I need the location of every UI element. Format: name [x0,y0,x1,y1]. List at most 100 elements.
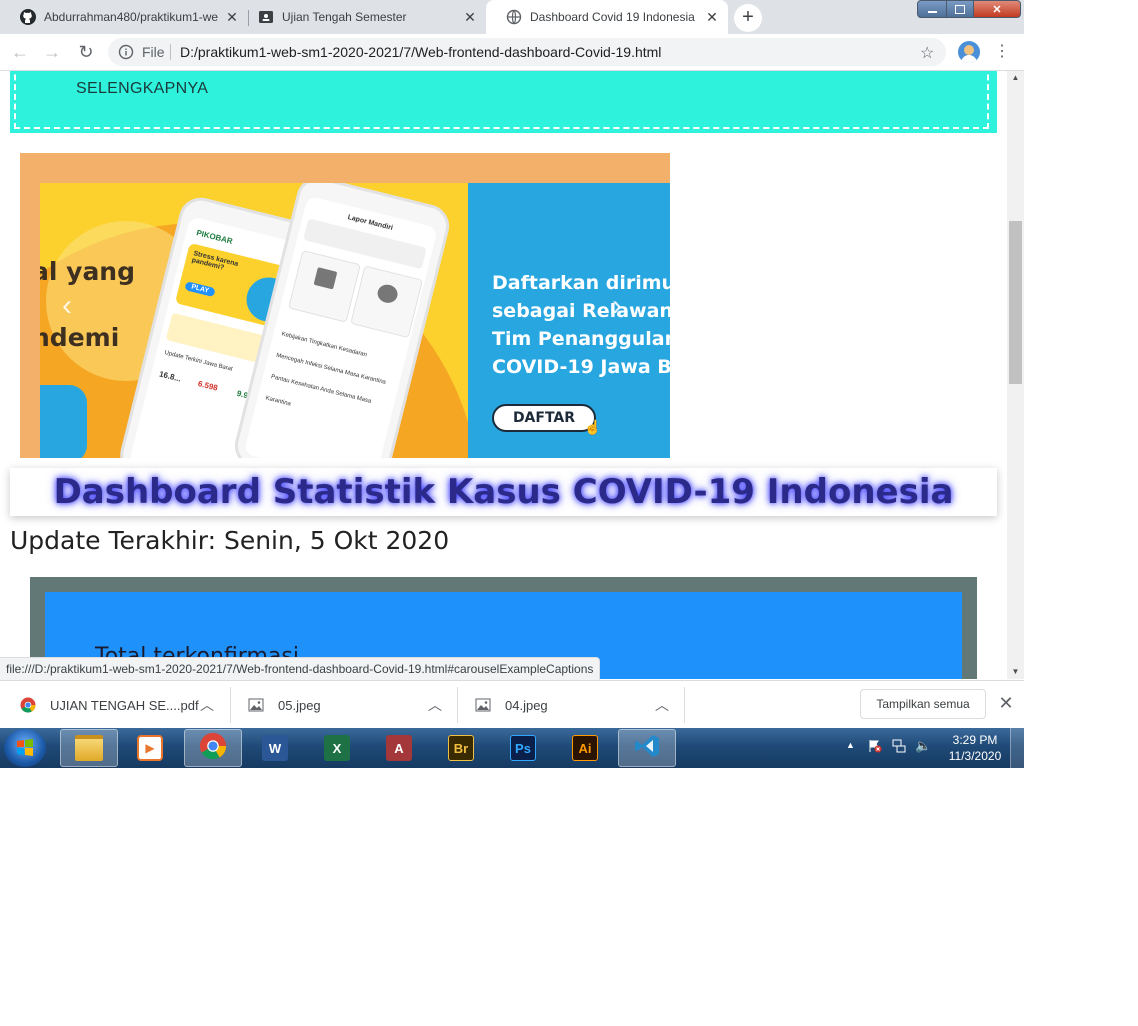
download-filename: 04.jpeg [505,697,548,713]
media-player-icon: ▶ [137,735,163,761]
tab-title: Ujian Tengah Semester [282,10,407,24]
illustrator-icon: Ai [572,735,598,761]
download-item[interactable]: 04.jpeg ︿ [475,681,671,729]
daftar-button: DAFTAR [492,404,596,432]
stat-value: 16.8... [158,369,183,384]
windows-taskbar: ▶ W X A Br Ps Ai ▲ 🔈 3:29 PM 11/3/2020 [0,728,1025,768]
folder-icon [75,735,103,761]
taskbar-word[interactable]: W [246,729,304,767]
new-tab-button[interactable]: + [734,4,762,32]
excel-icon: X [324,735,350,761]
scheme-label: File [142,44,165,60]
close-window-button[interactable]: ✕ [973,0,1021,18]
caption-line: Tim Penanggulan [492,328,670,350]
minimize-button[interactable] [917,0,947,18]
scroll-thumb[interactable] [1009,221,1022,384]
close-icon: ✕ [992,3,1002,16]
carousel-prev-icon[interactable]: ‹ [62,291,72,321]
close-shelf-icon[interactable]: ✕ [996,693,1016,714]
tab-strip: Abdurrahman480/praktikum1-we ✕ Ujian Ten… [0,0,1024,34]
tray-expand-icon[interactable]: ▲ [846,740,855,750]
close-tab-icon[interactable]: ✕ [704,9,720,25]
start-button[interactable] [4,729,46,767]
bridge-icon: Br [448,735,474,761]
taskbar-chrome[interactable] [184,729,242,767]
tab-dashboard[interactable]: Dashboard Covid 19 Indonesia ✕ [486,0,728,34]
volume-icon[interactable]: 🔈 [915,738,931,754]
photoshop-icon: Ps [510,735,536,761]
reload-button[interactable]: ↻ [74,40,98,64]
access-icon: A [386,735,412,761]
jumbotron: SELENGKAPNYA [10,71,997,133]
cursor-hand-icon: ☝ [584,419,602,435]
url-text[interactable]: D:/praktikum1-web-sm1-2020-2021/7/Web-fr… [180,44,661,60]
blue-shape [40,385,87,458]
slide-left-caption: al yang ndemi [40,239,135,371]
taskbar-clock[interactable]: 3:29 PM 11/3/2020 [940,732,1010,764]
last-update-text: Update Terakhir: Senin, 5 Okt 2020 [10,526,450,555]
contact-icon [375,282,400,305]
profile-avatar[interactable] [958,41,980,63]
volunteer-panel: Daftarkan dirimu sebagai Relawan Tim Pen… [468,183,670,458]
taskbar-illustrator[interactable]: Ai [556,729,614,767]
arrow-right-icon: → [43,42,61,62]
taskbar-bridge[interactable]: Br [432,729,490,767]
download-shelf: UJIAN TENGAH SE....pdf ︿ 05.jpeg ︿ 04.jp… [0,680,1024,729]
globe-icon [506,9,522,25]
arrow-left-icon: ← [11,42,29,62]
clock-date: 11/3/2020 [948,749,1002,763]
app-tag: PIKOBAR [195,228,234,246]
taskbar-photoshop[interactable]: Ps [494,729,552,767]
reload-icon: ↻ [78,42,94,62]
taskbar-excel[interactable]: X [308,729,366,767]
image-file-icon [475,697,491,713]
download-item[interactable]: 05.jpeg ︿ [248,681,444,729]
taskbar-vscode[interactable] [618,729,676,767]
tab-ujian[interactable]: Ujian Tengah Semester ✕ [238,0,486,34]
action-center-flag-icon[interactable] [868,739,882,753]
vscode-icon [633,732,661,765]
restore-button[interactable] [946,0,974,18]
caption-line: Daftarkan dirimu [492,272,670,294]
volunteer-caption: Daftarkan dirimu sebagai Relawan Tim Pen… [492,269,670,381]
github-icon [20,9,36,25]
chevron-up-icon[interactable]: ︿ [200,695,214,715]
word-icon: W [262,735,288,761]
menu-kebab-icon[interactable]: ⋮ [992,42,1012,62]
tab-title: Dashboard Covid 19 Indonesia [530,10,695,24]
image-file-icon [248,697,264,713]
caption-line: COVID-19 Jawa B [492,356,670,378]
caption-line: al yang [40,257,136,286]
address-separator [170,44,171,60]
browser-toolbar: ← → ↻ File D:/praktikum1-web-sm1-2020-20… [0,34,1024,71]
taskbar-access[interactable]: A [370,729,428,767]
stat-value: 6.598 [197,379,219,393]
info-icon[interactable] [118,44,134,65]
page-viewport: SELENGKAPNYA al yang ndemi PIKOBAR Stres… [0,71,1007,679]
taskbar-explorer[interactable] [60,729,118,767]
download-item[interactable]: UJIAN TENGAH SE....pdf ︿ [20,681,220,729]
app-play-button: PLAY [184,281,216,298]
restore-icon [955,4,965,14]
show-all-downloads-button[interactable]: Tampilkan semua [860,689,986,719]
taskbar-media-player[interactable]: ▶ [121,729,179,767]
back-button[interactable]: ← [8,40,32,64]
chevron-up-icon[interactable]: ︿ [428,695,442,715]
carousel-slide-image: al yang ndemi PIKOBAR Stress karena pand… [40,183,670,458]
bookmark-star-icon[interactable]: ☆ [920,43,934,63]
network-icon[interactable] [892,739,906,753]
selengkapnya-link[interactable]: SELENGKAPNYA [76,80,208,98]
chevron-up-icon[interactable]: ︿ [655,695,669,715]
address-bar[interactable]: File D:/praktikum1-web-sm1-2020-2021/7/W… [108,38,946,66]
download-separator [230,687,231,723]
carousel-next-icon[interactable]: › [612,291,622,321]
close-tab-icon[interactable]: ✕ [462,9,478,25]
tab-github[interactable]: Abdurrahman480/praktikum1-we ✕ [0,0,248,34]
scroll-up-icon[interactable]: ▲ [1007,71,1024,85]
classroom-icon [258,9,274,25]
page-scrollbar[interactable]: ▲ ▼ [1007,71,1024,679]
scroll-down-icon[interactable]: ▼ [1007,665,1024,679]
show-desktop-button[interactable] [1010,728,1025,768]
app-menu-tile [288,249,361,323]
forward-button[interactable]: → [40,40,64,64]
